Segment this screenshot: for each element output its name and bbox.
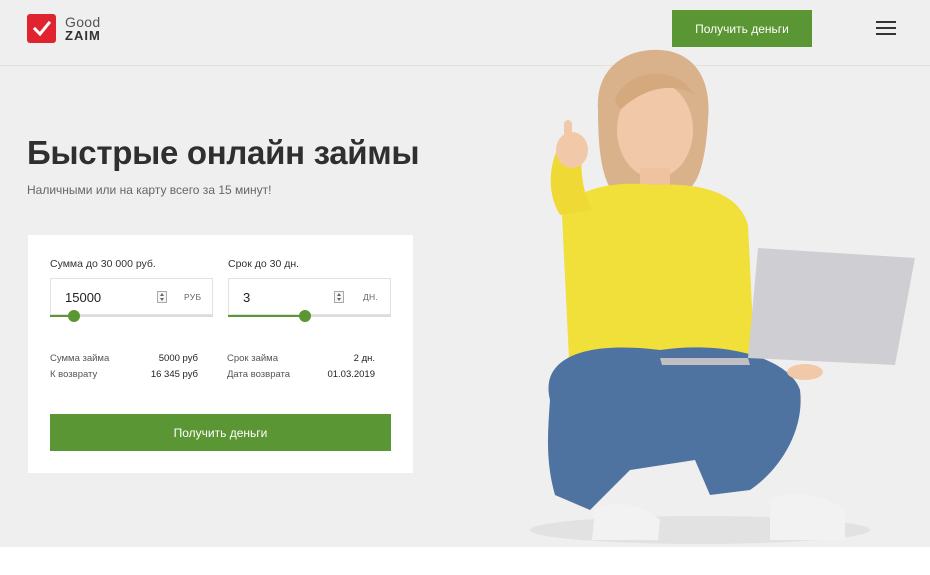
repay-amount-label: К возврату (50, 369, 98, 380)
term-slider-fill (228, 315, 305, 317)
term-slider-thumb[interactable] (298, 310, 311, 322)
term-stepper-icon[interactable] (334, 291, 344, 303)
calculator-get-money-button[interactable]: Получить деньги (50, 414, 391, 451)
term-value: 3 (243, 290, 251, 305)
amount-unit: РУБ (184, 292, 202, 302)
loan-term-value: 2 дн. (353, 353, 375, 364)
bottom-section (0, 547, 930, 575)
amount-value: 15000 (65, 290, 102, 305)
logo-text-good: Good (65, 13, 101, 30)
loan-term-label: Срок займа (227, 353, 278, 364)
repay-amount-value: 16 345 руб (150, 369, 198, 380)
hamburger-menu-icon[interactable] (876, 20, 896, 36)
term-slider[interactable] (228, 310, 391, 322)
logo-text-zaim: ZAIM (65, 27, 101, 43)
loan-amount-label: Сумма займа (50, 353, 110, 364)
return-date-label: Дата возврата (227, 369, 291, 380)
amount-slider-thumb[interactable] (68, 310, 81, 322)
checkmark-logo-icon (27, 14, 56, 43)
term-label: Срок до 30 дн. (228, 258, 300, 270)
return-date-value: 01.03.2019 (327, 369, 375, 380)
amount-label: Сумма до 30 000 руб. (50, 258, 156, 270)
loan-amount-value: 5000 руб (158, 353, 198, 364)
hero-subtitle: Наличными или на карту всего за 15 минут… (27, 183, 272, 197)
logo[interactable]: Good ZAIM (27, 14, 101, 43)
term-unit: ДН. (363, 292, 379, 302)
loan-calculator: Сумма до 30 000 руб. 15000 РУБ Срок до 3… (28, 235, 413, 473)
hero-title: Быстрые онлайн займы (27, 134, 420, 171)
term-input[interactable]: 3 ДН. (228, 278, 391, 315)
hero-woman-laptop-image (530, 49, 915, 544)
amount-stepper-icon[interactable] (157, 291, 167, 303)
amount-slider[interactable] (50, 310, 213, 322)
